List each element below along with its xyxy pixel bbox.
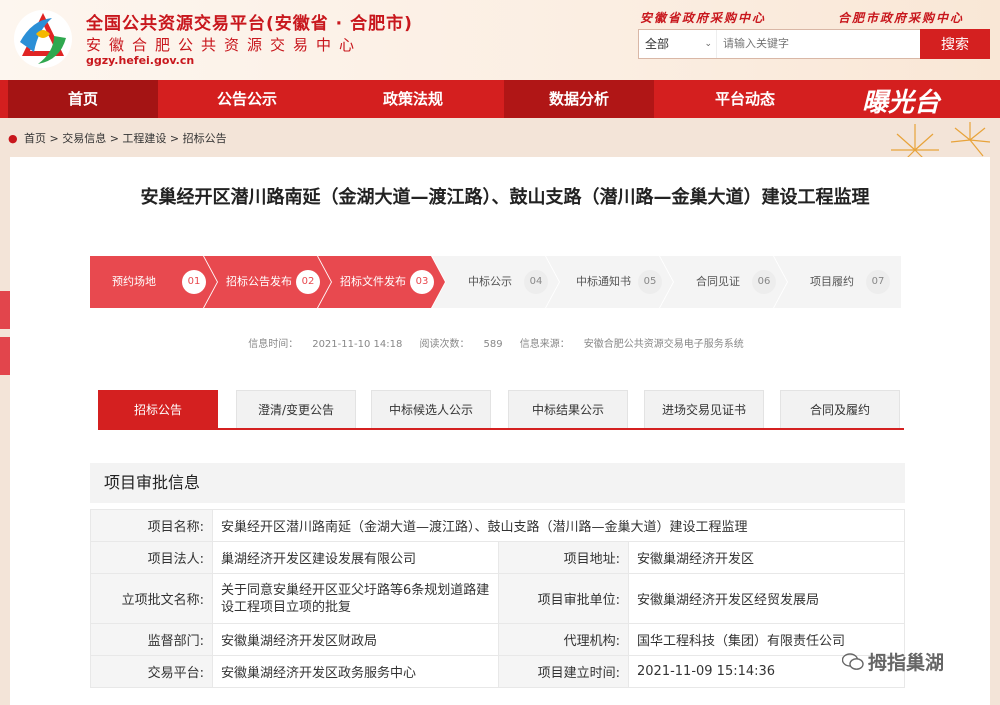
table-row: 立项批文名称: 关于同意安巢经开区亚父圩路等6条规划道路建设工程项目立项的批复 … [90, 573, 905, 624]
project-name-label: 项目名称: [90, 509, 213, 542]
table-row: 项目法人: 巢湖经济开发区建设发展有限公司 项目地址: 安徽巢湖经济开发区 [90, 541, 905, 574]
watermark: 拇指巢湖 [842, 648, 944, 675]
info-source: 安徽合肥公共资源交易电子服务系统 [583, 339, 744, 350]
notice-meta: 信息时间： 2021-11-10 14:18 阅读次数： 589 信息来源： 安徽合肥… [90, 335, 902, 350]
watermark-text: 拇指巢湖 [868, 652, 945, 674]
main-nav: 首页 公告公示 政策法规 数据分析 平台动态 曝光台 [0, 80, 1000, 118]
project-name-value: 安巢经开区潜川路南延（金湖大道—渡江路）、鼓山支路（潜川路—金巢大道）建设工程监… [212, 509, 905, 542]
step-5: 中标通知书 05 [546, 256, 673, 308]
page-title: 安巢经开区潜川路南延（金湖大道—渡江路）、鼓山支路（潜川路—金巢大道）建设工程监… [140, 187, 870, 208]
section-title: 项目审批信息 [90, 463, 905, 503]
nav-item-data-analysis[interactable]: 数据分析 [504, 80, 654, 118]
tab-tender-notice[interactable]: 招标公告 [98, 390, 218, 428]
nav-brand-exposure[interactable]: 曝光台 [862, 82, 940, 119]
legal-person-label: 项目法人: [90, 541, 213, 574]
step-number: 06 [752, 270, 776, 294]
tab-results[interactable]: 中标结果公示 [508, 390, 628, 428]
info-time: 2021-11-10 14:18 [312, 339, 403, 350]
step-label: 预约场地 [112, 275, 156, 288]
site-header: 全国公共资源交易平台(安徽省 · 合肥市) 安徽合肥公共资源交易中心 ggzy.… [0, 0, 1000, 80]
info-time-label: 信息时间： [248, 339, 299, 350]
step-number: 01 [182, 270, 206, 294]
breadcrumb: ● 首页 > 交易信息 > 工程建设 > 招标公告 [8, 129, 227, 149]
platform-label: 交易平台: [90, 655, 213, 688]
step-number: 02 [296, 270, 320, 294]
project-info-table: 项目名称: 安巢经开区潜川路南延（金湖大道—渡江路）、鼓山支路（潜川路—金巢大道… [90, 509, 905, 688]
nav-item-policies[interactable]: 政策法规 [338, 80, 488, 118]
step-number: 05 [638, 270, 662, 294]
step-label: 中标通知书 [576, 275, 631, 288]
wechat-icon [842, 653, 864, 670]
supervisor-value: 安徽巢湖经济开发区财政局 [212, 623, 499, 656]
search-button[interactable]: 搜索 [920, 29, 990, 59]
project-address-value: 安徽巢湖经济开发区 [628, 541, 905, 574]
tab-certificate[interactable]: 进场交易见证书 [644, 390, 764, 428]
city-procurement-link[interactable]: 合肥市政府采购中心 [838, 9, 964, 26]
site-logo-icon[interactable] [12, 8, 74, 70]
breadcrumb-path[interactable]: 首页 > 交易信息 > 工程建设 > 招标公告 [24, 132, 227, 145]
agent-label: 代理机构: [498, 623, 629, 656]
chevron-down-icon: ⌄ [704, 39, 712, 49]
step-label: 招标文件发布 [340, 275, 406, 288]
table-row: 监督部门: 安徽巢湖经济开发区财政局 代理机构: 国华工程科技（集团）有限责任公… [90, 623, 905, 656]
step-number: 07 [866, 270, 890, 294]
search-input[interactable] [723, 30, 913, 58]
legal-person-value: 巢湖经济开发区建设发展有限公司 [212, 541, 499, 574]
step-6: 合同见证 06 [660, 256, 787, 308]
created-time-label: 项目建立时间: [498, 655, 629, 688]
notice-card: 安巢经开区潜川路南延（金湖大道—渡江路）、鼓山支路（潜川路—金巢大道）建设工程监… [10, 157, 990, 705]
search-scope-select[interactable]: 全部 ⌄ [639, 30, 717, 58]
site-subtitle: 安徽合肥公共资源交易中心 [86, 36, 363, 54]
supervisor-label: 监督部门: [90, 623, 213, 656]
view-count-label: 阅读次数： [419, 339, 470, 350]
step-3: 招标文件发布 03 [318, 256, 445, 308]
project-address-label: 项目地址: [498, 541, 629, 574]
table-row: 交易平台: 安徽巢湖经济开发区政务服务中心 项目建立时间: 2021-11-09… [90, 655, 905, 688]
step-number: 04 [524, 270, 548, 294]
table-row: 项目名称: 安巢经开区潜川路南延（金湖大道—渡江路）、鼓山支路（潜川路—金巢大道… [90, 509, 905, 542]
info-source-label: 信息来源： [519, 339, 570, 350]
approval-unit-value: 安徽巢湖经济开发区经贸发展局 [628, 573, 905, 624]
progress-steps: 预约场地 01 招标公告发布 02 招标文件发布 03 中标公示 04 中标通知… [90, 256, 902, 308]
step-2: 招标公告发布 02 [204, 256, 331, 308]
province-procurement-link[interactable]: 安徽省政府采购中心 [640, 9, 766, 26]
step-4: 中标公示 04 [432, 256, 559, 308]
approval-doc-label: 立项批文名称: [90, 573, 213, 624]
notice-tabs: 招标公告 澄清/变更公告 中标候选人公示 中标结果公示 进场交易见证书 合同及履… [98, 390, 904, 430]
step-label: 项目履约 [810, 275, 854, 288]
step-label: 中标公示 [468, 275, 512, 288]
step-7: 项目履约 07 [774, 256, 901, 308]
step-label: 合同见证 [696, 275, 740, 288]
step-1: 预约场地 01 [90, 256, 217, 308]
step-label: 招标公告发布 [226, 275, 292, 288]
nav-item-platform-news[interactable]: 平台动态 [670, 80, 820, 118]
center-links: 安徽省政府采购中心 合肥市政府采购中心 [640, 9, 990, 27]
search-box: 全部 ⌄ 搜索 [638, 29, 990, 59]
site-url: ggzy.hefei.gov.cn [86, 54, 195, 67]
tab-clarification[interactable]: 澄清/变更公告 [236, 390, 356, 428]
step-number: 03 [410, 270, 434, 294]
location-pin-icon: ● [8, 132, 18, 145]
nav-item-home[interactable]: 首页 [8, 80, 158, 118]
view-count: 589 [483, 339, 503, 350]
tab-contract[interactable]: 合同及履约 [780, 390, 900, 428]
approval-doc-value: 关于同意安巢经开区亚父圩路等6条规划道路建设工程项目立项的批复 [212, 573, 499, 624]
search-scope-value: 全部 [645, 37, 670, 51]
approval-unit-label: 项目审批单位: [498, 573, 629, 624]
site-title: 全国公共资源交易平台(安徽省 · 合肥市) [86, 14, 413, 34]
platform-value: 安徽巢湖经济开发区政务服务中心 [212, 655, 499, 688]
tab-candidates[interactable]: 中标候选人公示 [371, 390, 491, 428]
nav-item-announcements[interactable]: 公告公示 [172, 80, 322, 118]
